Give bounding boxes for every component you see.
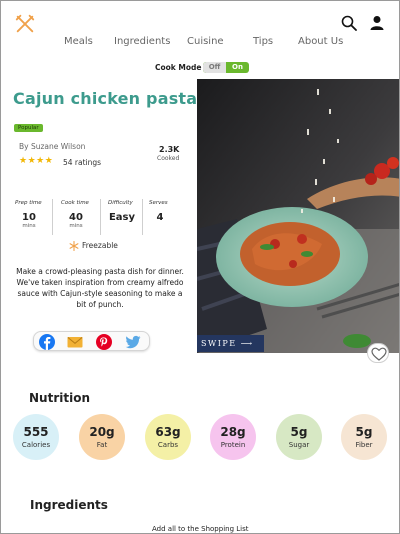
recipe-title: Cajun chicken pasta <box>13 89 198 108</box>
nav-cuisine[interactable]: Cuisine <box>187 36 224 47</box>
freezable-label: Freezable <box>82 241 118 250</box>
stat-value: 4 <box>156 212 164 223</box>
stat-value: Easy <box>108 212 136 223</box>
nutrition-label: Protein <box>220 441 246 449</box>
user-icon[interactable] <box>369 15 385 31</box>
recipe-page: Meals Ingredients Cuisine Tips About Us … <box>0 0 400 534</box>
cooked-label: Cooked <box>157 155 180 162</box>
pinterest-icon[interactable] <box>96 334 112 350</box>
rating-stars[interactable]: ★★★★ <box>19 156 53 166</box>
add-all-to-shopping-list-button[interactable]: Add all to the Shopping List <box>152 525 248 533</box>
nutrition-label: Sugar <box>288 441 310 449</box>
cooked-count: 2.3K <box>159 145 180 154</box>
nutrition-sugar: 5g Sugar <box>276 414 322 460</box>
popular-badge: Popular <box>14 124 43 132</box>
nutrition-label: Calories <box>21 441 51 449</box>
freezable-tag: Freezable <box>69 241 118 251</box>
nutrition-protein: 28g Protein <box>210 414 256 460</box>
twitter-icon[interactable] <box>125 334 141 350</box>
nutrition-label: Fat <box>96 441 108 449</box>
nutrition-calories: 555 Calories <box>13 414 59 460</box>
stat-divider <box>100 199 101 235</box>
recipe-description: Make a crowd-pleasing pasta dish for din… <box>16 267 184 309</box>
search-icon[interactable] <box>341 15 357 31</box>
nutrition-value: 63g <box>155 425 181 439</box>
cook-mode-off[interactable]: Off <box>203 62 226 73</box>
email-icon[interactable] <box>67 334 83 350</box>
nav-meals[interactable]: Meals <box>64 36 93 47</box>
stat-label: Difficulty <box>108 200 133 206</box>
nav-about-us[interactable]: About Us <box>298 36 343 47</box>
nutrition-label: Carbs <box>157 441 179 449</box>
nav-ingredients[interactable]: Ingredients <box>114 36 170 47</box>
stat-unit: mins <box>22 223 36 229</box>
cook-mode-on[interactable]: On <box>226 62 249 73</box>
nutrition-title: Nutrition <box>29 391 90 405</box>
stat-value: 10 <box>22 212 36 223</box>
stat-value: 40 <box>69 212 83 223</box>
snowflake-icon <box>69 241 79 251</box>
stat-prep-time: Prep time 10 mins <box>15 200 43 234</box>
stat-difficulty: Difficulty Easy <box>108 200 136 234</box>
stat-label: Cook time <box>61 200 89 206</box>
facebook-icon[interactable] <box>39 334 55 350</box>
nutrition-carbs: 63g Carbs <box>145 414 191 460</box>
crossed-fork-knife-icon[interactable] <box>14 13 36 35</box>
swipe-button[interactable]: SWIPE ⟶ <box>197 335 264 352</box>
nutrition-fiber: 5g Fiber <box>341 414 387 460</box>
stat-divider <box>52 199 53 235</box>
nutrition-value: 555 <box>23 425 49 439</box>
ingredients-title: Ingredients <box>30 498 108 512</box>
nutrition-value: 5g <box>355 425 373 439</box>
stat-serves: Serves 4 <box>149 200 171 234</box>
recipe-author[interactable]: By Suzane Wilson <box>19 142 85 151</box>
cook-mode-label: Cook Mode <box>155 63 202 72</box>
nutrition-label: Fiber <box>355 441 373 449</box>
nutrition-value: 28g <box>220 425 246 439</box>
cook-mode-toggle[interactable]: Off On <box>203 62 249 73</box>
stat-label: Prep time <box>15 200 42 206</box>
stat-cook-time: Cook time 40 mins <box>61 200 91 234</box>
favorite-button[interactable] <box>367 343 389 363</box>
nutrition-value: 20g <box>89 425 115 439</box>
nav-tips[interactable]: Tips <box>253 36 273 47</box>
heart-icon <box>371 347 387 361</box>
ratings-count[interactable]: 54 ratings <box>63 158 101 167</box>
stat-label: Serves <box>149 200 168 206</box>
share-bar <box>33 331 150 351</box>
stat-divider <box>142 199 143 235</box>
nutrition-value: 5g <box>290 425 308 439</box>
nutrition-fat: 20g Fat <box>79 414 125 460</box>
recipe-photo <box>197 79 399 353</box>
stat-unit: mins <box>69 223 83 229</box>
